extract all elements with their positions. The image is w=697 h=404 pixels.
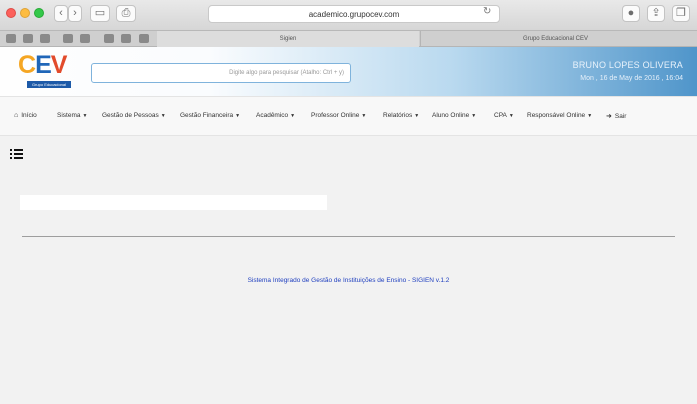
maximize-window-button[interactable] [34, 8, 44, 18]
nav-item-sistema[interactable]: Sistema ▼ [57, 112, 87, 119]
nav-item-gestao-pessoas[interactable]: Gestão de Pessoas ▼ [102, 112, 166, 119]
caret-down-icon: ▼ [361, 113, 367, 119]
reload-icon[interactable]: ↻ [483, 6, 491, 17]
tabs-button[interactable]: ❐ [672, 5, 690, 22]
divider [22, 236, 675, 237]
site-header: CEV Grupo Educacional Digite algo para p… [0, 47, 697, 96]
chevron-left-icon: ‹ [59, 7, 63, 19]
nav-item-sair[interactable]: ➜ Sair [606, 112, 626, 120]
nav-item-gestao-financeira[interactable]: Gestão Financeira ▼ [180, 112, 240, 119]
close-window-button[interactable] [6, 8, 16, 18]
tab-label: Grupo Educacional CEV [522, 36, 589, 42]
nav-label: Responsável Online [527, 112, 586, 119]
nav-label: Sair [614, 113, 627, 120]
content-panel [20, 195, 327, 210]
list-line [14, 153, 23, 155]
nav-item-relatorios[interactable]: Relatórios ▼ [383, 112, 419, 119]
caret-down-icon: ▼ [587, 113, 593, 119]
minimize-window-button[interactable] [20, 8, 30, 18]
search-placeholder: Digite algo para pesquisar (Atalho: Ctrl… [229, 70, 344, 76]
tab-grupo-educacional[interactable]: Grupo Educacional CEV [420, 31, 690, 47]
nav-item-aluno-online[interactable]: Aluno Online ▼ [432, 112, 476, 119]
caret-down-icon: ▼ [160, 113, 166, 119]
tabs-icon: ❐ [676, 7, 686, 19]
list-bullet [10, 149, 12, 151]
logout-icon: ➜ [606, 113, 612, 120]
caret-down-icon: ▼ [82, 113, 88, 119]
nav-label: Relatórios [383, 112, 413, 119]
nav-label: Gestão Financeira [180, 112, 234, 119]
nav-item-cpa[interactable]: CPA ▼ [494, 112, 514, 119]
logo-wordmark: CEV [18, 51, 67, 79]
cev-logo[interactable]: CEV Grupo Educacional [14, 51, 76, 91]
user-date: Mon , 16 de May de 2016 , 16:04 [580, 75, 683, 82]
bookmark-icon[interactable] [6, 34, 16, 43]
sidebar-button[interactable]: ▭ [90, 5, 110, 22]
caret-down-icon: ▼ [414, 113, 420, 119]
tab-label: Sigien [279, 36, 297, 42]
forward-button[interactable]: › [68, 5, 82, 22]
footer-link[interactable]: Sistema Integrado de Gestão de Instituiç… [0, 277, 697, 284]
bookmark-icon[interactable] [104, 34, 114, 43]
list-line [14, 149, 23, 151]
tab-sigien[interactable]: Sigien [157, 31, 419, 47]
caret-down-icon: ▼ [235, 113, 241, 119]
nav-label: Acadêmico [256, 112, 289, 119]
bookmark-icon[interactable] [40, 34, 50, 43]
chevron-right-icon: › [73, 7, 77, 19]
bookmark-icon[interactable] [23, 34, 33, 43]
bookmark-icon[interactable] [121, 34, 131, 43]
home-icon: ⌂ [14, 112, 19, 119]
list-bullet [10, 153, 12, 155]
share-button[interactable]: ⇪ [647, 5, 665, 22]
nav-label: CPA [494, 112, 507, 119]
printer-icon: ⎙ [121, 7, 131, 19]
nav-item-academico[interactable]: Acadêmico ▼ [256, 112, 295, 119]
nav-item-responsavel-online[interactable]: Responsável Online ▼ [527, 112, 592, 119]
browser-toolbar: ‹ › ▭ ⎙ academico.grupocev.com ↻ ● ⇪ ❐ [0, 0, 697, 31]
list-line [14, 157, 23, 159]
nav-item-professor-online[interactable]: Professor Online ▼ [311, 112, 366, 119]
bookmark-icon[interactable] [80, 34, 90, 43]
url-text: academico.grupocev.com [308, 10, 400, 19]
nav-label: Professor Online [311, 112, 360, 119]
downloads-button[interactable]: ● [622, 5, 640, 22]
list-icon[interactable] [10, 149, 23, 160]
caret-down-icon: ▼ [290, 113, 296, 119]
bookmark-icon[interactable] [63, 34, 73, 43]
sidebar-icon: ▭ [94, 7, 106, 19]
download-icon: ● [627, 7, 635, 19]
nav-item-inicio[interactable]: ⌂ Início [14, 112, 37, 119]
main-nav: ⌂ Início Sistema ▼ Gestão de Pessoas ▼ Gest… [0, 96, 697, 136]
caret-down-icon: ▼ [471, 113, 477, 119]
nav-label: Gestão de Pessoas [102, 112, 159, 119]
share-icon: ⇪ [651, 7, 661, 19]
browser-window: ‹ › ▭ ⎙ academico.grupocev.com ↻ ● ⇪ ❐ S… [0, 0, 697, 404]
user-name: BRUNO LOPES OLIVERA [572, 60, 683, 70]
list-bullet [10, 157, 12, 159]
logo-tagline: Grupo Educacional [27, 81, 71, 88]
back-button[interactable]: ‹ [54, 5, 68, 22]
main-content: Sistema Integrado de Gestão de Instituiç… [0, 137, 697, 404]
nav-label: Início [21, 112, 37, 119]
bookmark-icon[interactable] [139, 34, 149, 43]
caret-down-icon: ▼ [508, 113, 514, 119]
nav-label: Sistema [57, 112, 81, 119]
print-button[interactable]: ⎙ [116, 5, 136, 22]
search-input[interactable]: Digite algo para pesquisar (Atalho: Ctrl… [91, 63, 351, 83]
tab-bar: Sigien Grupo Educacional CEV [0, 31, 697, 47]
address-bar[interactable]: academico.grupocev.com [208, 5, 500, 23]
nav-label: Aluno Online [432, 112, 470, 119]
